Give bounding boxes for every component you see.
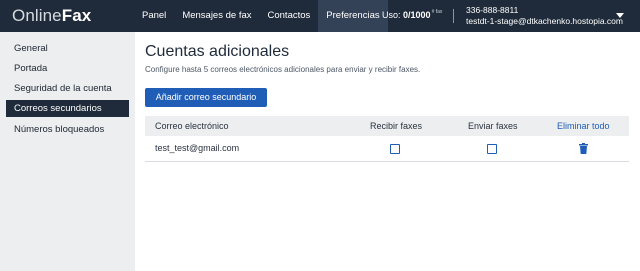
caret-down-icon[interactable] — [616, 13, 624, 18]
send-faxes-checkbox[interactable] — [487, 144, 497, 154]
page-subtitle: Configure hasta 5 correos electrónicos a… — [145, 65, 421, 74]
main-content: Cuentas adicionales Configure hasta 5 co… — [135, 32, 640, 271]
nav-preferences[interactable]: Preferencias — [318, 0, 388, 32]
sidebar-item-secondary-emails[interactable]: Correos secundarios — [6, 100, 129, 117]
top-navigation-bar: OnlineFax Panel Mensajes de fax Contacto… — [0, 0, 640, 32]
nav-fax-messages[interactable]: Mensajes de fax — [174, 0, 259, 32]
header-email: Correo electrónico — [155, 121, 229, 131]
add-secondary-email-button[interactable]: Añadir correo secundario — [145, 88, 267, 107]
usage-indicator: Uso: 0/1000# fax — [382, 9, 443, 21]
sidebar-item-blocked-numbers[interactable]: Números bloqueados — [6, 121, 129, 138]
logo-text-online: Online — [12, 6, 62, 25]
table-row: test_test@gmail.com — [145, 136, 629, 162]
logo-text-fax: Fax — [61, 6, 92, 25]
header-send-faxes: Enviar faxes — [468, 121, 518, 131]
header-divider — [453, 9, 454, 23]
sidebar-item-general[interactable]: General — [6, 40, 129, 57]
header-receive-faxes: Recibir faxes — [370, 121, 423, 131]
onlinefax-logo[interactable]: OnlineFax — [12, 6, 91, 26]
usage-value: 0/1000 — [403, 10, 431, 20]
nav-contacts[interactable]: Contactos — [260, 0, 319, 32]
account-info[interactable]: 336-888-8811 testdt-1-stage@dtkachenko.h… — [466, 5, 623, 27]
account-email: testdt-1-stage@dtkachenko.hostopia.com — [466, 16, 623, 26]
usage-label: Uso: — [382, 10, 401, 20]
trash-icon[interactable] — [579, 143, 588, 154]
sidebar-item-cover-page[interactable]: Portada — [6, 60, 129, 77]
row-email: test_test@gmail.com — [155, 143, 240, 153]
settings-sidebar: General Portada Seguridad de la cuenta C… — [0, 32, 135, 271]
receive-faxes-checkbox[interactable] — [390, 144, 400, 154]
delete-all-link[interactable]: Eliminar todo — [557, 116, 610, 136]
usage-unit: # fax — [431, 9, 443, 15]
sidebar-item-account-security[interactable]: Seguridad de la cuenta — [6, 80, 129, 97]
account-phone: 336-888-8811 — [466, 5, 519, 15]
nav-panel[interactable]: Panel — [134, 0, 174, 32]
page-title: Cuentas adicionales — [145, 43, 290, 60]
table-header: Correo electrónico Recibir faxes Enviar … — [145, 116, 629, 136]
main-nav: Panel Mensajes de fax Contactos Preferen… — [134, 0, 388, 32]
